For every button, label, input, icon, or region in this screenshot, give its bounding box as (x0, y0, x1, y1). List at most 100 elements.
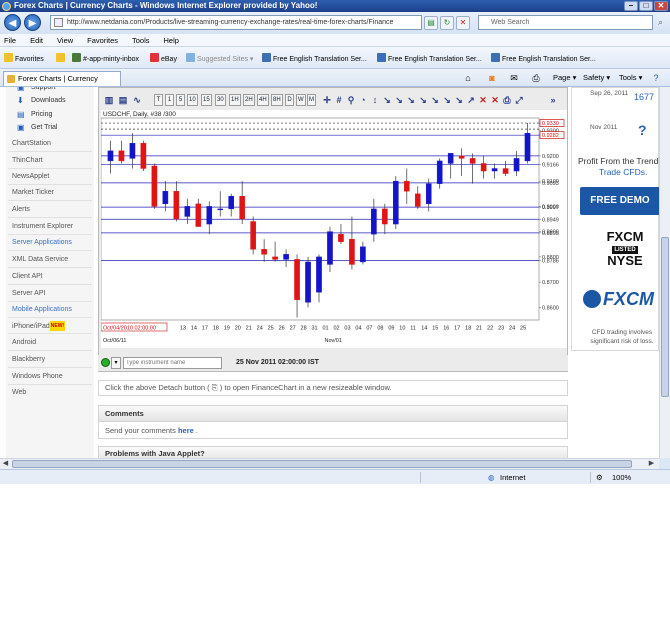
print-chart-icon[interactable]: ⎙ (502, 94, 512, 106)
address-field[interactable]: http://www.netdania.com/Products/live-st… (50, 15, 422, 30)
zoom-level[interactable]: 100% (612, 472, 631, 483)
candlestick-chart[interactable]: USDCHF, Daily, #38 /3000.86000.87000.878… (101, 110, 567, 348)
scale-icon[interactable]: ↕ (370, 94, 380, 106)
ad-subline[interactable]: Trade CFDs. (599, 167, 647, 177)
menu-favorites[interactable]: Favorites (87, 34, 118, 46)
free-demo-button[interactable]: FREE DEMO (580, 187, 660, 215)
sidebar-item-downloads[interactable]: Downloads ⬇ (17, 96, 66, 106)
sidebar-item-chartstation[interactable]: ChartStation (12, 139, 51, 149)
zoom-icon[interactable]: ⚲ (346, 94, 356, 106)
menu-file[interactable]: File (4, 34, 16, 46)
fan-icon[interactable]: ↘ (394, 94, 404, 106)
fib-icon[interactable]: ↘ (406, 94, 416, 106)
browser-tab[interactable]: Forex Charts | Currency Charts (3, 71, 121, 97)
bar-type-icon[interactable]: ▥ (104, 94, 114, 106)
channel-icon[interactable]: ↘ (418, 94, 428, 106)
period-button-1[interactable]: 1 (165, 94, 174, 106)
study-icon[interactable]: ↗ (466, 94, 476, 106)
cycle-icon[interactable]: ↘ (442, 94, 452, 106)
sidebar-item-iphone-ipad[interactable]: iPhone/iPadNEW! (12, 321, 66, 332)
fav-link-ebay[interactable]: eBay (150, 53, 177, 65)
favorites-button[interactable]: Favorites (4, 53, 44, 65)
back-button[interactable]: ◀ (4, 14, 21, 31)
detach-icon[interactable]: ⤢ (514, 94, 524, 106)
fav-link-suggested[interactable]: Suggested Sites ▾ (186, 53, 253, 65)
line-type-icon[interactable]: ∿ (132, 94, 142, 106)
sidebar-item-market-ticker[interactable]: Market Ticker (12, 188, 54, 198)
java-problems-heading[interactable]: Problems with Java Applet? (98, 446, 568, 458)
search-icon[interactable]: ⌕ (654, 16, 667, 29)
period-button-8h[interactable]: 8H (271, 94, 283, 106)
sidebar-item-client-api[interactable]: Client API (12, 272, 43, 282)
sidebar-item-instrument-explorer[interactable]: Instrument Explorer (12, 222, 73, 232)
sidebar-item-xml-data-service[interactable]: XML Data Service (12, 255, 68, 265)
close-window-button[interactable]: ✕ (654, 1, 668, 11)
indicator-icon[interactable]: ◔ (358, 94, 368, 106)
sidebar-item-support[interactable]: Support ▣ (17, 87, 56, 93)
safety-menu[interactable]: Safety ▾ (583, 73, 610, 83)
page-menu[interactable]: Page ▾ (553, 73, 576, 83)
period-button-5[interactable]: 5 (176, 94, 185, 106)
minimize-button[interactable]: – (624, 1, 638, 11)
vertical-scroll-thumb[interactable] (661, 237, 669, 397)
instrument-list-button[interactable]: ▾ (111, 357, 121, 369)
horizontal-scroll-thumb[interactable] (12, 460, 632, 468)
delete-all-icon[interactable]: ✕ (490, 94, 500, 106)
compat-view-icon[interactable]: ▤ (424, 16, 438, 30)
sidebar-item-pricing[interactable]: Pricing ▤ (17, 110, 52, 120)
arc-icon[interactable]: ↘ (430, 94, 440, 106)
sidebar-item-server-applications[interactable]: Server Applications (12, 238, 72, 248)
sidebar-item-server-api[interactable]: Server API (12, 289, 45, 299)
sidebar-item-alerts[interactable]: Alerts (12, 205, 30, 215)
horizontal-scrollbar[interactable]: ◀ ▶ (0, 458, 659, 469)
menu-view[interactable]: View (57, 34, 73, 46)
sidebar-item-mobile-applications[interactable]: Mobile Applications (12, 305, 72, 315)
sidebar-item-android[interactable]: Android (12, 338, 36, 348)
maximize-button[interactable]: □ (639, 1, 653, 11)
forward-button[interactable]: ▶ (24, 14, 41, 31)
print-icon[interactable]: ⎙ (530, 72, 542, 84)
period-button-m[interactable]: M (307, 94, 316, 106)
crosshair-icon[interactable]: ✛ (322, 94, 332, 106)
sidebar-item-thinchart[interactable]: ThinChart (12, 156, 43, 166)
period-button-4h[interactable]: 4H (257, 94, 269, 106)
period-button-1h[interactable]: 1H (229, 94, 241, 106)
menu-tools[interactable]: Tools (132, 34, 150, 46)
candle-type-icon[interactable]: ▤ (118, 94, 128, 106)
period-button-t[interactable]: T (154, 94, 163, 106)
fav-link-translation-2[interactable]: Free English Translation Ser... (377, 53, 482, 65)
scroll-left-icon[interactable]: ◀ (0, 459, 11, 469)
menu-help[interactable]: Help (164, 34, 179, 46)
add-favorites-icon[interactable] (56, 53, 67, 65)
fxcm-logo[interactable]: FXCM (583, 289, 654, 310)
help-icon[interactable]: ? (650, 72, 662, 84)
period-button-w[interactable]: W (296, 94, 306, 106)
more-tools-icon[interactable]: » (548, 94, 558, 106)
news-value-2[interactable]: ? (638, 122, 647, 138)
sidebar-item-get-trial[interactable]: Get Trial ▣ (17, 123, 57, 133)
sidebar-item-blackberry[interactable]: Blackberry (12, 355, 45, 365)
period-button-d[interactable]: D (285, 94, 294, 106)
instrument-input[interactable] (123, 357, 222, 369)
grid-icon[interactable]: # (334, 94, 344, 106)
period-button-30[interactable]: 30 (215, 94, 226, 106)
fav-link-minty[interactable]: #-app-minty-inbox (72, 53, 139, 65)
delete-icon[interactable]: ✕ (478, 94, 488, 106)
period-button-15[interactable]: 15 (201, 94, 212, 106)
period-button-10[interactable]: 10 (187, 94, 198, 106)
home-icon[interactable]: ⌂ (462, 72, 474, 84)
vertical-scrollbar[interactable] (659, 87, 670, 458)
scroll-right-icon[interactable]: ▶ (646, 459, 657, 469)
sidebar-item-web[interactable]: Web (12, 388, 26, 398)
tools-menu[interactable]: Tools ▾ (619, 73, 642, 83)
ray-icon[interactable]: ↘ (454, 94, 464, 106)
period-button-2h[interactable]: 2H (243, 94, 255, 106)
fav-link-translation-3[interactable]: Free English Translation Ser... (491, 53, 596, 65)
search-field[interactable]: Web Search ⌕ (478, 15, 663, 30)
sidebar-item-windows-phone[interactable]: Windows Phone (12, 372, 63, 382)
stop-icon[interactable]: ✕ (456, 16, 470, 30)
comments-here-link[interactable]: here (178, 426, 194, 435)
protected-mode-icon[interactable]: ⚙ (596, 472, 603, 483)
news-value-1[interactable]: 1677 (634, 92, 654, 102)
sidebar-item-newsapplet[interactable]: NewsApplet (12, 172, 49, 182)
